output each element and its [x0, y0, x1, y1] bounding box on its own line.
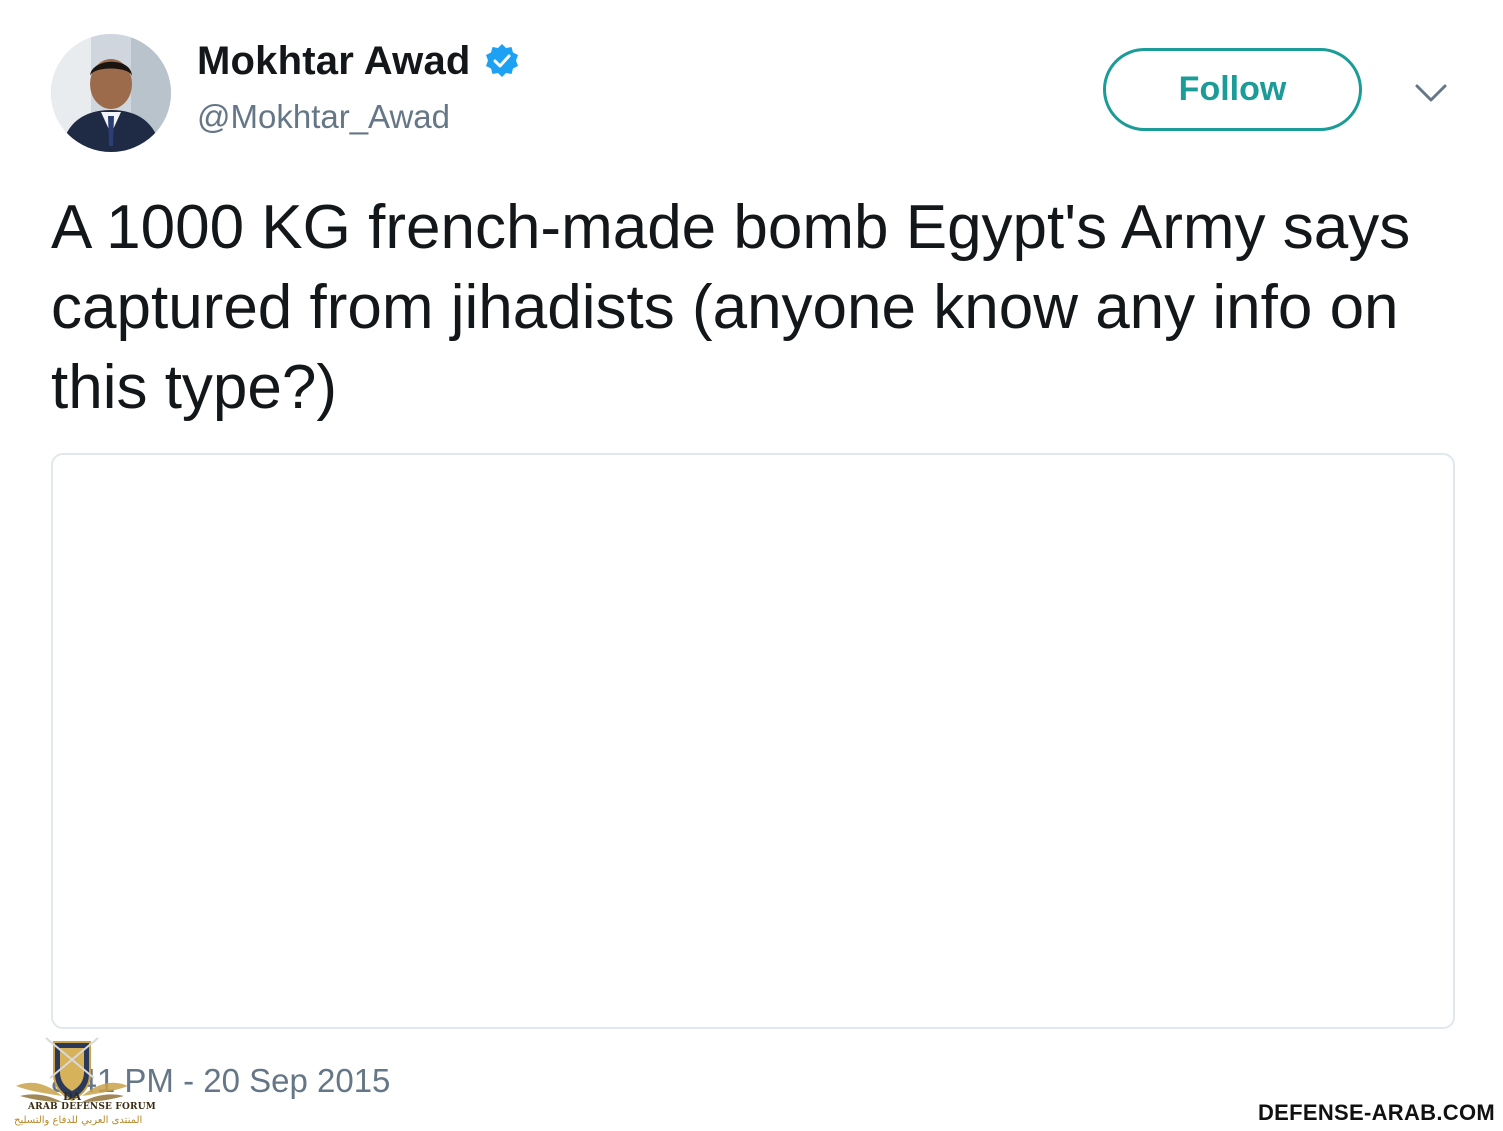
- chevron-down-icon[interactable]: [1414, 80, 1448, 106]
- tweet-text: A 1000 KG french-made bomb Egypt's Army …: [51, 193, 1411, 422]
- profile-photo-icon: [51, 34, 171, 152]
- follow-button[interactable]: Follow: [1103, 48, 1362, 131]
- author-name-row: Mokhtar Awad: [197, 38, 521, 84]
- media-card[interactable]: [51, 453, 1455, 1029]
- watermark-english-name: ARAB DEFENSE FORUM: [28, 1102, 156, 1112]
- verified-badge-icon: [483, 42, 521, 80]
- author-display-name[interactable]: Mokhtar Awad: [197, 39, 471, 84]
- site-credit: DEFENSE-ARAB.COM: [1257, 1100, 1495, 1125]
- author-handle[interactable]: @Mokhtar_Awad: [197, 98, 450, 136]
- watermark-arabic-name: المنتدى العربي للدفاع والتسليح: [14, 1115, 143, 1126]
- avatar[interactable]: [51, 34, 171, 152]
- tweet-page: Mokhtar Awad @Mokhtar_Awad Follow A 1000…: [0, 0, 1503, 1131]
